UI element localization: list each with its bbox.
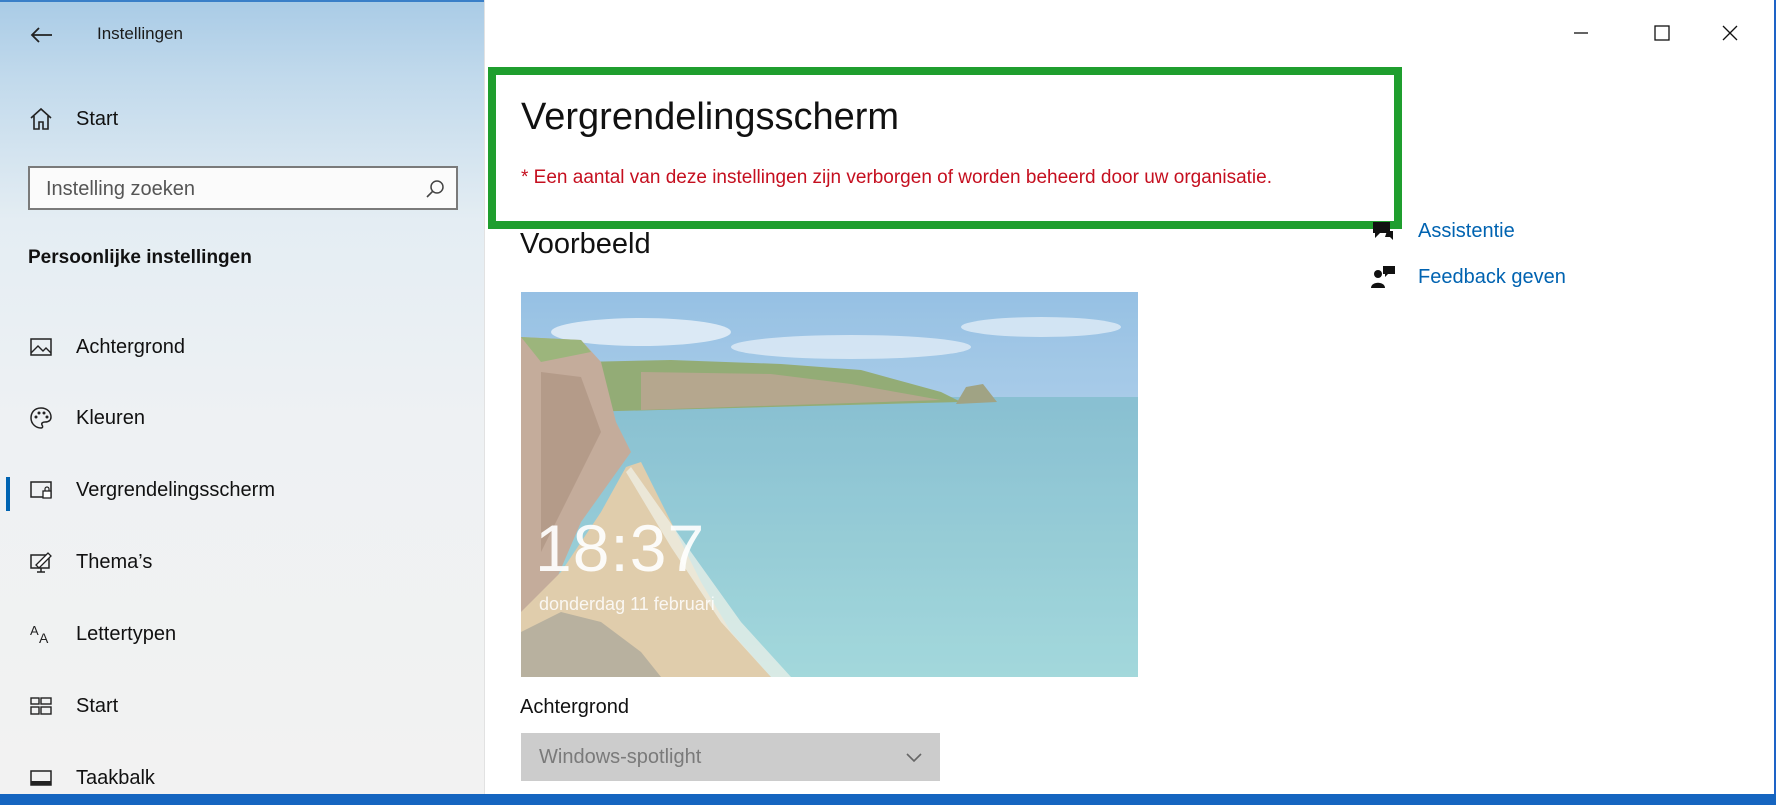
active-indicator [6,477,10,511]
sidebar-item-label: Start [76,107,119,130]
coastal-landscape-image [521,292,1138,677]
home-icon [30,107,52,130]
back-arrow-icon [30,27,52,43]
help-link[interactable]: Assistentie [1370,218,1515,244]
minimize-icon[interactable] [1566,18,1596,48]
sidebar-item-label: Thema’s [76,550,153,573]
app-title: Instellingen [97,24,184,43]
palette-icon [30,407,52,429]
settings-window: Instellingen Start Persoonlijke instelli… [0,0,1776,794]
sidebar-item-colors[interactable]: Kleuren [0,391,484,445]
feedback-link-label: Feedback geven [1418,265,1566,288]
annotation-highlight-box [488,67,1402,229]
chevron-down-icon [906,753,922,763]
lock-screen-preview: 18:37 donderdag 11 februari [521,292,1138,677]
sidebar-item-label: Achtergrond [76,335,185,358]
taskbar-icon [30,770,52,786]
start-tiles-icon [30,697,52,715]
preview-clock: 18:37 [535,511,706,585]
font-icon: A A [30,623,49,646]
search-input[interactable] [44,176,418,202]
search-icon[interactable] [424,178,446,200]
background-select-value: Windows-spotlight [539,746,702,768]
sidebar-item-background[interactable]: Achtergrond [0,320,484,374]
sidebar-item-themes[interactable]: Thema’s [0,535,484,589]
sidebar-item-label: Kleuren [76,406,145,429]
theme-brush-icon [30,552,52,573]
section-title: Persoonlijke instellingen [28,247,252,268]
sidebar-item-fonts[interactable]: A A Lettertypen [0,607,484,661]
maximize-icon[interactable] [1647,18,1677,48]
help-chat-icon [1373,222,1393,240]
window-top-edge [0,0,484,2]
sidebar-item-taskbar[interactable]: Taakbalk [0,751,484,805]
sidebar-item-lock-screen[interactable]: Vergrendelingsscherm [0,463,484,517]
background-select[interactable]: Windows-spotlight [521,733,940,781]
background-label: Achtergrond [520,696,629,718]
sidebar-item-home[interactable]: Start [0,92,484,146]
feedback-link[interactable]: Feedback geven [1370,264,1566,290]
preview-date: donderdag 11 februari [539,594,715,614]
preview-heading: Voorbeeld [520,228,651,260]
search-box[interactable] [28,166,458,210]
sidebar-item-label: Lettertypen [76,622,177,645]
sidebar-item-label: Vergrendelingsscherm [76,478,275,501]
picture-icon [30,338,52,356]
svg-text:A: A [30,623,39,638]
back-button[interactable] [24,18,58,52]
help-link-label: Assistentie [1418,219,1515,242]
sidebar: Instellingen Start Persoonlijke instelli… [0,0,485,794]
sidebar-item-label: Taakbalk [76,766,155,789]
close-icon[interactable] [1715,18,1745,48]
sidebar-item-start[interactable]: Start [0,679,484,733]
lock-screen-icon [30,481,52,499]
sidebar-item-label: Start [76,694,119,717]
svg-text:A: A [39,630,49,646]
feedback-person-icon [1371,266,1395,288]
